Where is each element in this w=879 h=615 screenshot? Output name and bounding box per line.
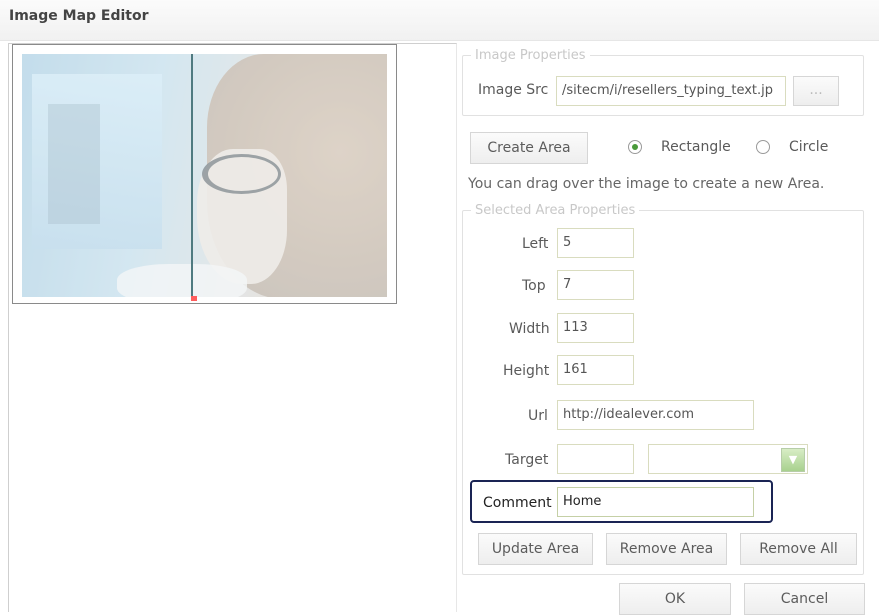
selected-area-rectangle[interactable]: [22, 54, 193, 298]
height-field[interactable]: 161: [557, 355, 634, 385]
target-label: Target: [505, 452, 549, 468]
title-bar: Image Map Editor: [0, 0, 879, 41]
ok-button[interactable]: OK: [619, 583, 731, 615]
image-map-canvas[interactable]: [12, 44, 397, 304]
rectangle-radio[interactable]: [628, 140, 642, 154]
top-label: Top: [522, 278, 546, 294]
chevron-down-icon[interactable]: ▼: [781, 448, 805, 472]
circle-radio[interactable]: [756, 140, 770, 154]
rectangle-radio-label[interactable]: Rectangle: [661, 139, 731, 155]
update-area-button[interactable]: Update Area: [478, 533, 593, 565]
target-field[interactable]: [557, 444, 634, 474]
target-select[interactable]: ▼: [648, 444, 808, 474]
area-resize-handle[interactable]: [191, 296, 197, 301]
circle-radio-label[interactable]: Circle: [789, 139, 828, 155]
left-label: Left: [522, 236, 549, 252]
browse-button[interactable]: ...: [793, 76, 839, 106]
remove-all-button[interactable]: Remove All: [740, 533, 857, 565]
comment-highlight-box: [470, 480, 773, 523]
image-src-label: Image Src: [478, 82, 549, 98]
remove-area-button[interactable]: Remove Area: [606, 533, 727, 565]
url-field[interactable]: http://idealever.com: [557, 400, 754, 430]
window-title: Image Map Editor: [9, 8, 149, 24]
image-properties-legend: Image Properties: [475, 48, 586, 63]
selected-area-legend: Selected Area Properties: [475, 203, 636, 218]
cancel-button[interactable]: Cancel: [744, 583, 865, 615]
url-label: Url: [528, 408, 548, 424]
create-area-hint: You can drag over the image to create a …: [468, 176, 825, 192]
height-label: Height: [503, 363, 550, 379]
left-field[interactable]: 5: [557, 228, 634, 258]
width-label: Width: [509, 321, 550, 337]
width-field[interactable]: 113: [557, 313, 634, 343]
top-field[interactable]: 7: [557, 270, 634, 300]
create-area-button[interactable]: Create Area: [470, 132, 588, 164]
image-src-field[interactable]: /sitecm/i/resellers_typing_text.jp: [556, 76, 786, 106]
